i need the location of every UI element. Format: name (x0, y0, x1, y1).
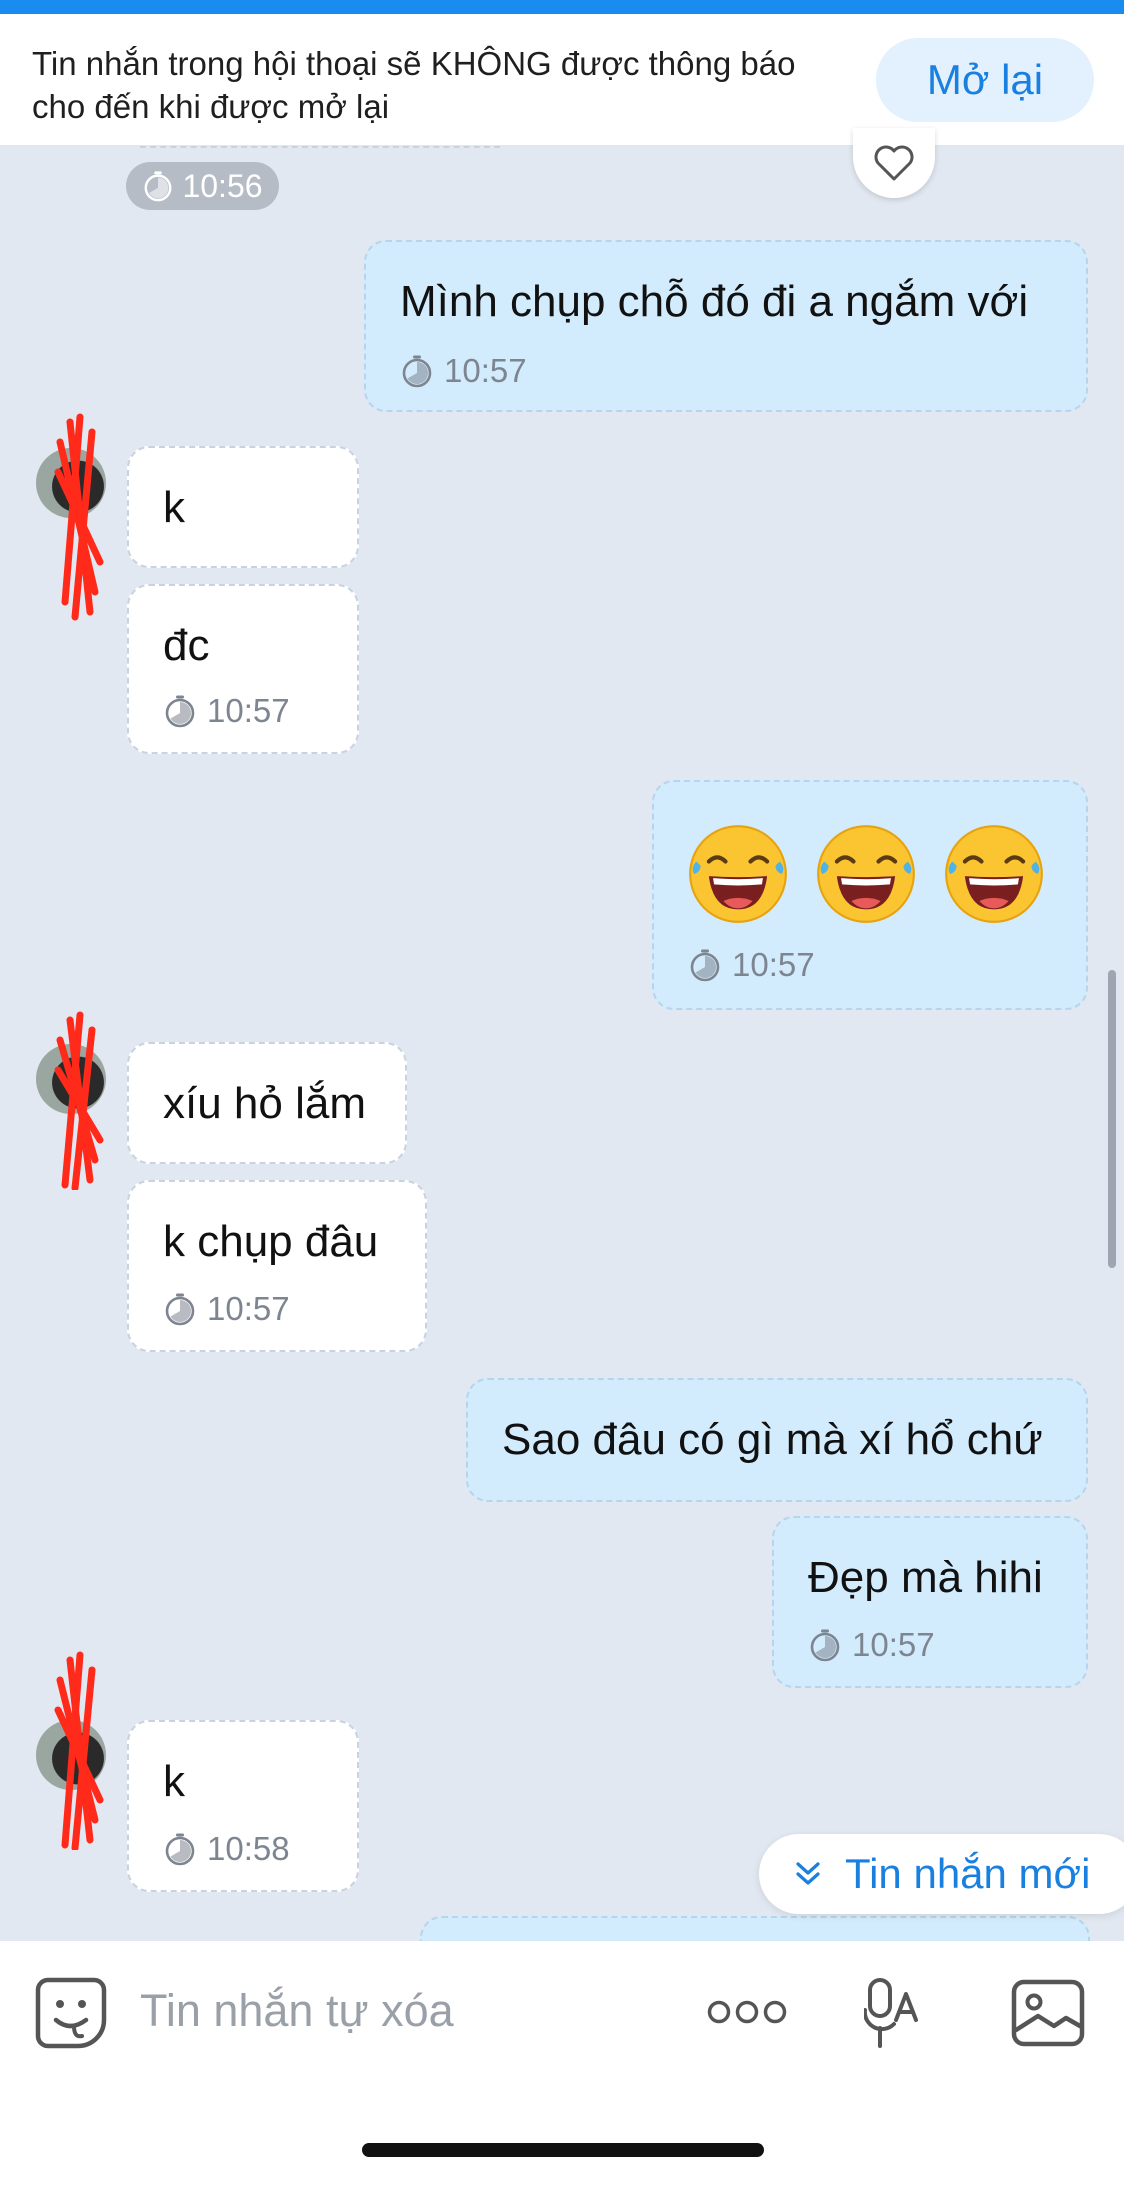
timestamp-pill: 10:56 (126, 162, 279, 210)
timestamp: 10:56 (182, 167, 263, 204)
timer-icon (142, 170, 174, 202)
laughing-tears-emoji (686, 822, 790, 926)
heart-icon (874, 145, 914, 181)
voice-to-text-icon[interactable] (864, 1976, 922, 2054)
message-time: 10:58 (163, 1830, 290, 1868)
notice-banner: Tin nhắn trong hội thoại sẽ KHÔNG được t… (0, 14, 1124, 146)
message-bubble-incoming[interactable]: xíu hỏ lắm (127, 1042, 407, 1164)
new-messages-label: Tin nhắn mới (845, 1850, 1091, 1897)
scrollbar[interactable] (1108, 970, 1116, 1268)
message-bubble-outgoing[interactable]: Sao đâu có gì mà xí hổ chứ (466, 1378, 1088, 1502)
message-time: 10:57 (688, 946, 815, 984)
timer-icon (688, 948, 722, 982)
timer-icon (808, 1628, 842, 1662)
new-messages-button[interactable]: Tin nhắn mới (759, 1834, 1124, 1914)
redaction-scribble (54, 1651, 104, 1850)
message-text: đc (163, 621, 210, 670)
laughing-tears-emoji (814, 822, 918, 926)
message-text: Mình chụp chỗ đó đi a ngắm với (400, 277, 1029, 326)
laughing-tears-emoji (942, 822, 1046, 926)
message-text: Đẹp mà hihi (808, 1553, 1043, 1602)
message-bubble-incoming[interactable]: k chụp đâu 10:57 (127, 1180, 427, 1352)
sticker-icon[interactable] (34, 1976, 108, 2050)
image-icon[interactable] (1010, 1978, 1086, 2048)
top-strip (0, 0, 1124, 14)
message-text: k (163, 483, 185, 532)
message-text: k chụp đâu (163, 1217, 379, 1266)
message-bubble-incoming[interactable]: k (127, 446, 359, 568)
message-bubble-incoming[interactable]: đc 10:57 (127, 584, 359, 754)
timer-icon (163, 1292, 197, 1326)
timer-icon (163, 1832, 197, 1866)
home-indicator (362, 2143, 764, 2157)
message-time: 10:57 (808, 1626, 935, 1664)
reopen-button[interactable]: Mở lại (876, 38, 1094, 122)
timer-icon (400, 354, 434, 388)
message-bubble-incoming[interactable]: k 10:58 (127, 1720, 359, 1892)
message-text: Sao đâu có gì mà xí hổ chứ (502, 1415, 1043, 1464)
double-chevron-down-icon (796, 1862, 820, 1885)
redaction-scribble (54, 413, 104, 621)
notice-text: Tin nhắn trong hội thoại sẽ KHÔNG được t… (32, 45, 796, 125)
message-bubble-outgoing[interactable]: 10:57 (652, 780, 1088, 1010)
message-text: k (163, 1757, 185, 1806)
react-heart-button[interactable] (853, 128, 935, 198)
timer-icon (163, 694, 197, 728)
more-options-icon[interactable] (706, 1998, 788, 2026)
message-input[interactable]: Tin nhắn tự xóa (140, 1985, 454, 2037)
message-text: xíu hỏ lắm (163, 1079, 366, 1128)
partial-bubble-edge (140, 130, 500, 148)
message-time: 10:57 (163, 692, 290, 730)
message-bubble-outgoing[interactable]: Đẹp mà hihi 10:57 (772, 1516, 1088, 1688)
redaction-scribble (54, 1011, 104, 1190)
message-time: 10:57 (400, 352, 527, 390)
message-time: 10:57 (163, 1290, 290, 1328)
message-bubble-outgoing[interactable]: Mình chụp chỗ đó đi a ngắm với 10:57 (364, 240, 1088, 412)
